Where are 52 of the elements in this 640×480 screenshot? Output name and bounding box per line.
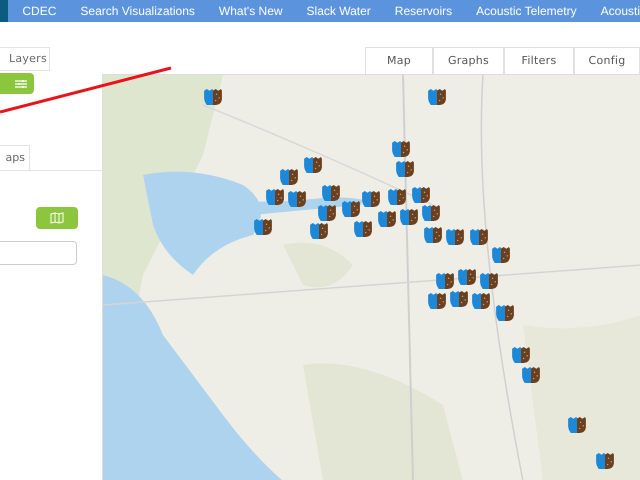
station-marker-icon[interactable] [445, 229, 465, 245]
nav-link[interactable]: Acoustic Telemetry [476, 2, 577, 20]
station-marker-icon[interactable] [387, 189, 407, 205]
nav-link[interactable]: What's New [218, 2, 283, 20]
station-marker-icon[interactable] [495, 305, 515, 321]
map-tab[interactable]: Graphs [433, 47, 504, 74]
station-marker-icon[interactable] [595, 453, 615, 469]
station-marker-icon[interactable] [491, 247, 511, 263]
brand-strip [0, 0, 8, 22]
tab[interactable]: aps [0, 145, 30, 170]
station-marker-icon[interactable] [203, 89, 223, 105]
station-marker-icon[interactable] [471, 293, 491, 309]
nav-link[interactable]: CDEC [22, 2, 56, 20]
station-marker-icon[interactable] [479, 273, 499, 289]
station-marker-icon[interactable] [457, 269, 477, 285]
station-marker-icon[interactable] [395, 161, 415, 177]
station-marker-icon[interactable] [427, 89, 447, 105]
station-marker-icon[interactable] [411, 187, 431, 203]
nav-link[interactable]: Acousti [600, 2, 640, 20]
station-marker-icon[interactable] [341, 201, 361, 217]
station-marker-icon[interactable] [511, 347, 531, 363]
station-marker-icon[interactable] [361, 191, 381, 207]
station-marker-icon[interactable] [265, 189, 285, 205]
map-tab[interactable]: Filters [504, 47, 574, 74]
station-marker-icon[interactable] [521, 367, 541, 383]
station-marker-icon[interactable] [427, 293, 447, 309]
station-marker-icon[interactable] [435, 273, 455, 289]
sliders-icon [15, 78, 27, 88]
station-marker-icon[interactable] [287, 191, 307, 207]
search-field[interactable] [0, 241, 77, 265]
nav-link[interactable]: Reservoirs [394, 2, 452, 20]
station-marker-icon[interactable] [353, 221, 373, 237]
station-marker-icon[interactable] [391, 141, 411, 157]
map-tab[interactable]: Map [365, 47, 433, 74]
station-marker-icon[interactable] [449, 291, 469, 307]
station-marker-icon[interactable] [423, 227, 443, 243]
map-tab[interactable]: Config [574, 47, 640, 74]
station-marker-icon[interactable] [303, 157, 323, 173]
station-marker-icon[interactable] [253, 219, 273, 235]
nav-link[interactable]: Search Visualizations [80, 2, 195, 20]
station-marker-icon[interactable] [421, 205, 441, 221]
station-marker-icon[interactable] [469, 229, 489, 245]
station-marker-icon[interactable] [399, 209, 419, 225]
nav-link[interactable]: Slack Water [306, 2, 371, 20]
tab[interactable]: Layers [0, 47, 50, 71]
station-marker-icon[interactable] [317, 205, 337, 221]
station-marker-icon[interactable] [567, 417, 587, 433]
map-icon [50, 212, 64, 224]
station-marker-icon[interactable] [377, 211, 397, 227]
station-marker-icon[interactable] [279, 169, 299, 185]
station-marker-icon[interactable] [321, 185, 341, 201]
station-marker-icon[interactable] [309, 223, 329, 239]
